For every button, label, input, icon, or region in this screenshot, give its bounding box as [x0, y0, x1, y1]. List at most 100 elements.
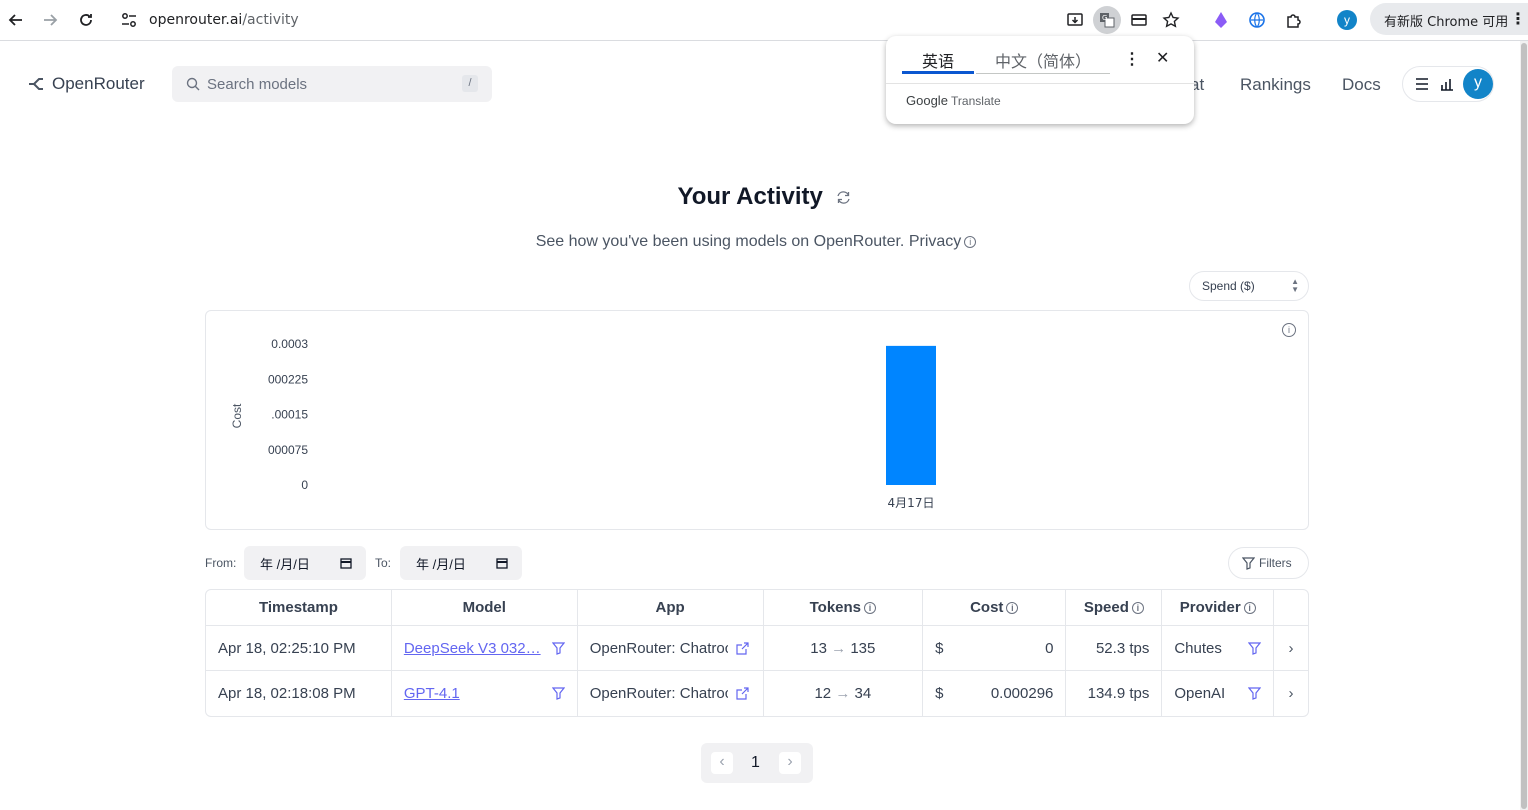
from-date-input[interactable]: 年 /月/日 [244, 546, 366, 580]
user-avatar[interactable]: y [1463, 69, 1493, 99]
refresh-icon[interactable] [836, 190, 851, 205]
card-icon[interactable] [1125, 6, 1153, 34]
chrome-menu-icon[interactable]: ⋮ [1510, 9, 1526, 28]
chevron-right-icon[interactable]: › [1274, 671, 1308, 716]
url-text: openrouter.ai/activity [149, 12, 299, 28]
calendar-icon[interactable] [496, 557, 508, 569]
table-header-row: Timestamp Model App Tokens i Cost i Speed i… [206, 590, 1308, 626]
page-title: Your Activity [0, 183, 1528, 211]
external-link-icon[interactable] [735, 642, 749, 655]
info-icon[interactable]: i [1006, 602, 1019, 615]
translate-more-icon[interactable]: ⋮ [1124, 49, 1140, 69]
privacy-link[interactable]: Privacy [909, 233, 961, 250]
forward-icon[interactable] [34, 4, 66, 36]
col-cost[interactable]: Cost i [923, 590, 1067, 626]
info-icon[interactable]: i [864, 602, 877, 615]
info-icon[interactable]: i [964, 235, 977, 248]
col-tokens[interactable]: Tokens i [763, 590, 924, 626]
cell-speed: 52.3 tps [1066, 626, 1163, 671]
search-input[interactable]: Search models / [172, 66, 492, 102]
y-axis-label: Cost [230, 403, 244, 428]
svg-text:G: G [1102, 14, 1107, 22]
y-tick-label: 000225 [268, 372, 308, 386]
filter-icon [1242, 557, 1255, 570]
browser-toolbar: openrouter.ai/activity G y 有新版 Chrome 可用… [0, 0, 1528, 41]
activity-table: Timestamp Model App Tokens i Cost i Speed i… [205, 589, 1309, 717]
extension-globe-icon[interactable] [1243, 6, 1271, 34]
search-icon [186, 77, 200, 91]
cell-cost: $0 [923, 626, 1067, 671]
nav-rankings[interactable]: Rankings [1240, 75, 1311, 95]
col-speed[interactable]: Speed i [1066, 590, 1163, 626]
calendar-icon[interactable] [340, 557, 352, 569]
filters-button[interactable]: Filters [1228, 547, 1309, 579]
x-tick-label: 4月17日 [888, 496, 935, 510]
openrouter-logo[interactable]: OpenRouter [28, 74, 145, 94]
cell-app: OpenRouter: Chatroc [578, 671, 764, 716]
chrome-update-button[interactable]: 有新版 Chrome 可用 ⋮ [1370, 3, 1528, 35]
filter-icon[interactable] [551, 642, 565, 655]
metric-select[interactable]: Spend ($) ▲ ▼ [1189, 271, 1309, 301]
table-row[interactable]: Apr 18, 02:18:08 PM GPT-4.1 OpenRouter: … [206, 671, 1308, 716]
page-subtitle: See how you've been using models on Open… [0, 233, 1512, 251]
info-icon[interactable]: i [1243, 602, 1256, 615]
prev-page-icon[interactable]: ‹ [711, 752, 733, 774]
tab-target-language[interactable]: 中文（简体） [976, 48, 1110, 74]
extension-crystal-icon[interactable] [1207, 6, 1235, 34]
chart-info-icon[interactable]: i [1282, 323, 1296, 337]
col-timestamp[interactable]: Timestamp [206, 590, 392, 626]
y-tick-label: 0 [301, 478, 308, 492]
next-page-icon[interactable]: › [779, 752, 801, 774]
filter-icon[interactable] [1248, 687, 1262, 700]
install-app-icon[interactable] [1061, 6, 1089, 34]
tab-source-language[interactable]: 英语 [902, 48, 974, 74]
chevron-right-icon[interactable]: › [1274, 626, 1308, 671]
activity-chart: 0.0003 000225 .00015 000075 0 Cost 4月17日 i [205, 310, 1309, 530]
page-number[interactable]: 1 [751, 754, 760, 772]
nav-docs[interactable]: Docs [1342, 75, 1381, 95]
back-icon[interactable] [0, 4, 32, 36]
cell-app: OpenRouter: Chatroc [577, 626, 764, 671]
col-provider[interactable]: Provider i [1162, 590, 1275, 626]
cell-cost: $0.000296 [923, 671, 1067, 716]
pagination: ‹ 1 › [701, 743, 813, 783]
reload-icon[interactable] [70, 4, 102, 36]
page-scrollbar[interactable] [1520, 41, 1528, 810]
to-label: To: [375, 556, 392, 570]
bookmark-star-icon[interactable] [1157, 6, 1185, 34]
cell-provider: Chutes [1162, 626, 1275, 671]
filter-icon[interactable] [551, 687, 565, 700]
cell-model: DeepSeek V3 032… [391, 626, 578, 671]
cell-timestamp: Apr 18, 02:18:08 PM [206, 671, 392, 716]
model-link[interactable]: DeepSeek V3 032… [404, 640, 541, 657]
profile-avatar[interactable]: y [1333, 6, 1361, 34]
col-expand [1274, 590, 1308, 626]
google-translate-brand: Google Translate [906, 93, 1001, 108]
activity-chart-icon[interactable] [1440, 77, 1454, 91]
cell-timestamp: Apr 18, 02:25:10 PM [206, 626, 392, 671]
cell-tokens: 12 → 34 [764, 671, 924, 716]
translate-popup: 英语 中文（简体） ⋮ ✕ Google Translate [886, 36, 1194, 124]
translate-icon[interactable]: G [1093, 6, 1121, 34]
info-icon[interactable]: i [1131, 602, 1144, 615]
menu-icon[interactable] [1415, 78, 1429, 90]
cell-model: GPT-4.1 [392, 671, 578, 716]
search-placeholder: Search models [207, 76, 308, 93]
y-tick-label: .00015 [271, 408, 308, 422]
site-settings-icon[interactable] [120, 11, 138, 29]
extensions-puzzle-icon[interactable] [1280, 6, 1308, 34]
model-link[interactable]: GPT-4.1 [404, 685, 460, 702]
to-date-input[interactable]: 年 /月/日 [400, 546, 522, 580]
search-shortcut-key: / [462, 75, 478, 92]
chevron-updown-icon: ▲ ▼ [1291, 277, 1299, 294]
bar [886, 345, 936, 485]
address-bar[interactable]: openrouter.ai/activity [108, 3, 1196, 37]
filter-icon[interactable] [1248, 642, 1262, 655]
external-link-icon[interactable] [735, 687, 749, 700]
logo-text: OpenRouter [52, 74, 145, 93]
table-row[interactable]: Apr 18, 02:25:10 PM DeepSeek V3 032… Ope… [206, 626, 1308, 671]
col-app[interactable]: App [577, 590, 764, 626]
col-model[interactable]: Model [391, 590, 578, 626]
cell-tokens: 13 → 135 [763, 626, 924, 671]
close-icon[interactable]: ✕ [1156, 48, 1169, 68]
